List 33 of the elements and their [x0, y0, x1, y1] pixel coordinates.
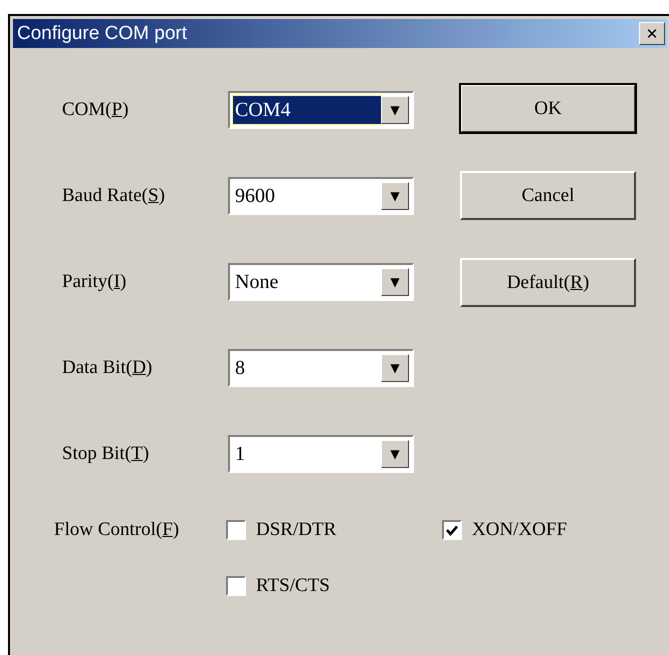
dialog-button[interactable]: Cancel: [460, 171, 636, 220]
field-label: Baud Rate(S): [62, 185, 166, 207]
field-label: COM(P): [62, 99, 130, 121]
window-title: Configure COM port: [17, 22, 188, 44]
dropdown-arrow-button[interactable]: ▼: [381, 182, 409, 210]
checkbox[interactable]: [226, 520, 246, 540]
field-label: Flow Control(F): [54, 519, 180, 541]
dropdown[interactable]: 1 ▼: [228, 435, 414, 473]
dropdown-value: 1: [234, 442, 246, 466]
check-icon: [446, 524, 458, 536]
dropdown-arrow-button[interactable]: ▼: [381, 354, 409, 382]
checkbox[interactable]: [226, 576, 246, 596]
dropdown-value: 8: [234, 356, 246, 380]
dropdown[interactable]: 8 ▼: [228, 349, 414, 387]
field-label: Parity(I): [62, 271, 128, 293]
dropdown-arrow-button[interactable]: ▼: [381, 268, 409, 296]
checkbox[interactable]: [442, 520, 462, 540]
field-label: Data Bit(D): [62, 357, 154, 379]
dropdown[interactable]: 9600 ▼: [228, 177, 414, 215]
dropdown[interactable]: None ▼: [228, 263, 414, 301]
checkbox-label: XON/XOFF: [472, 519, 568, 541]
dropdown-arrow-button[interactable]: ▼: [381, 440, 409, 468]
dropdown-value: COM4: [233, 96, 381, 124]
dialog-button[interactable]: OK: [460, 84, 636, 133]
checkbox-label: DSR/DTR: [256, 519, 336, 541]
dialog-button[interactable]: Default(R): [460, 258, 636, 307]
dropdown-value: 9600: [234, 184, 276, 208]
dropdown[interactable]: COM4 ▼: [228, 91, 414, 129]
checkbox-label: RTS/CTS: [256, 575, 330, 597]
dropdown-value: None: [234, 270, 280, 294]
field-label: Stop Bit(T): [62, 443, 150, 465]
dropdown-arrow-button[interactable]: ▼: [381, 96, 409, 124]
close-button[interactable]: ✕: [639, 22, 665, 45]
